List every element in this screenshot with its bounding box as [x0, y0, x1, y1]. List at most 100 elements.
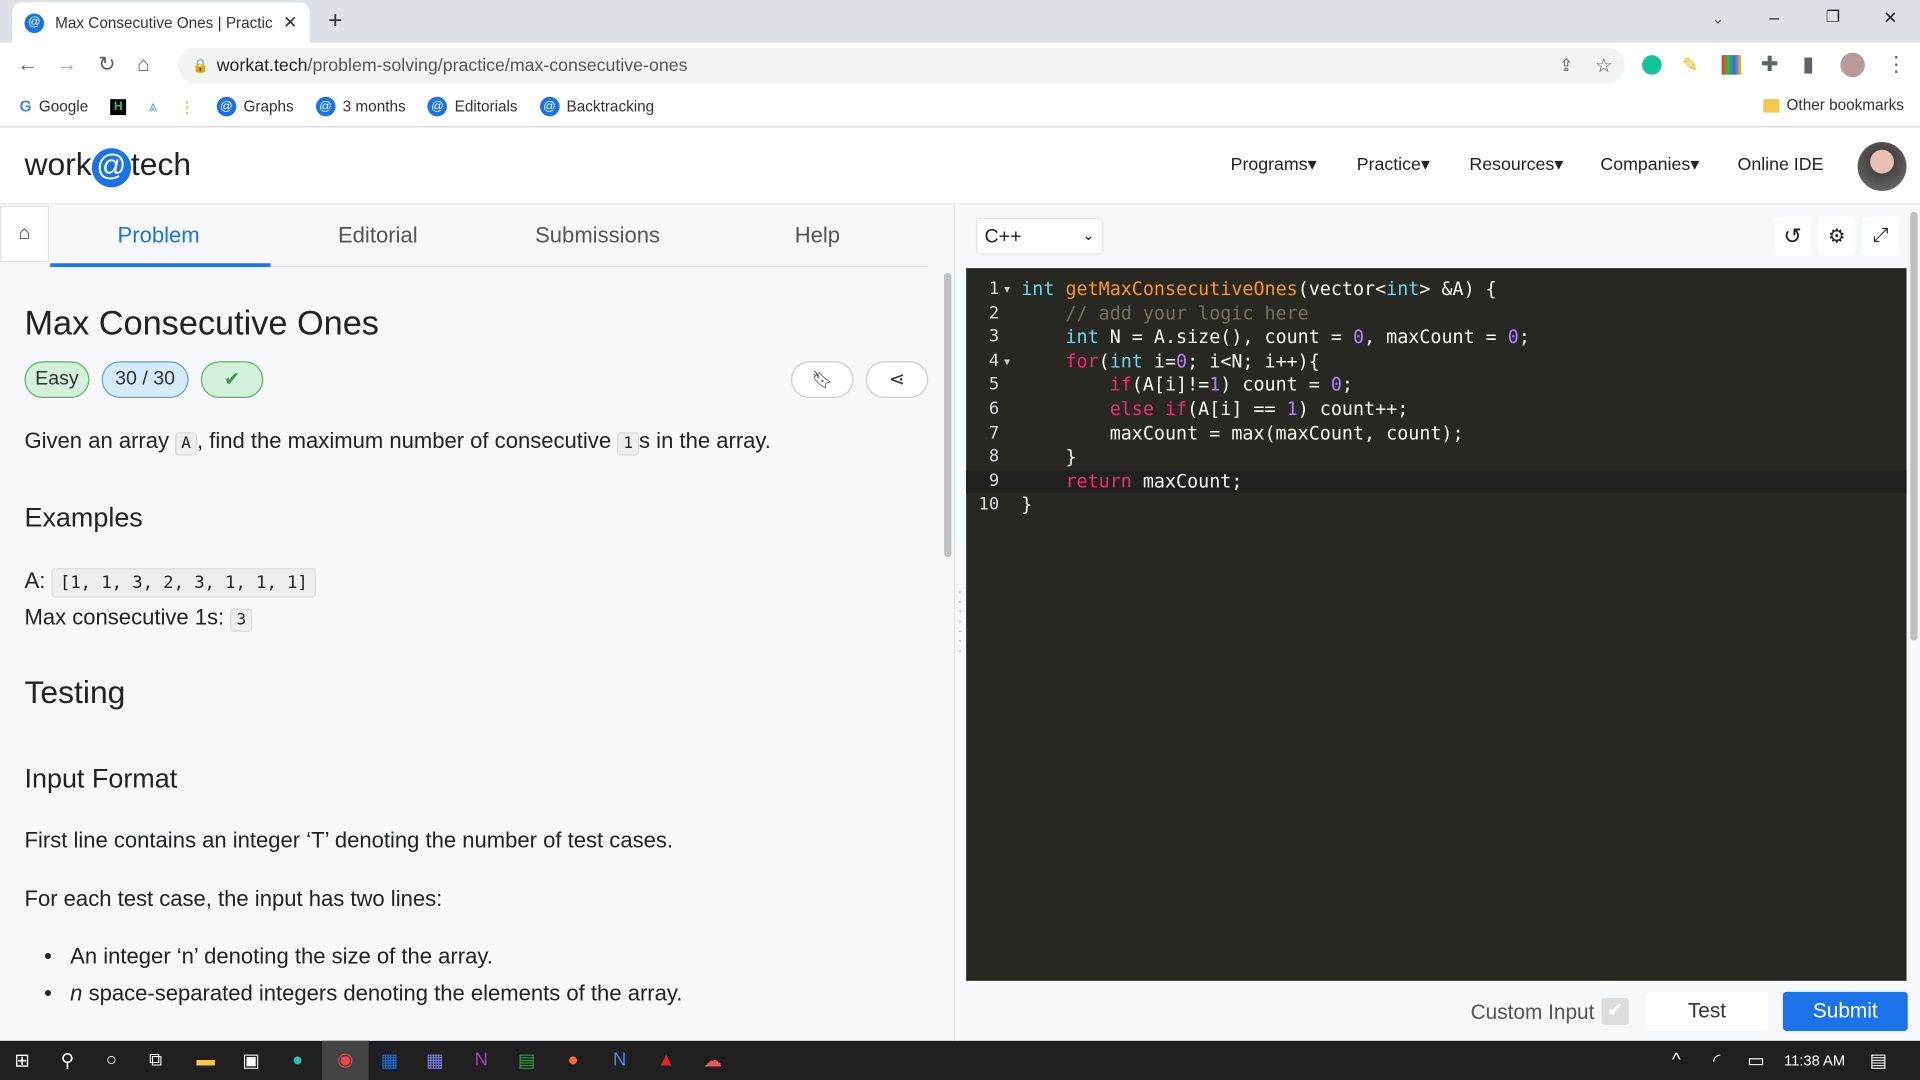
- new-tab-icon[interactable]: +: [328, 7, 342, 35]
- menu-icon[interactable]: ⋮: [1886, 53, 1907, 77]
- fold-arrow-icon[interactable]: ▼: [1004, 350, 1010, 374]
- user-avatar[interactable]: [1857, 142, 1907, 192]
- fold-arrow-icon[interactable]: ▼: [1004, 278, 1010, 302]
- code-line[interactable]: 5 if(A[i]!=1) count = 0;: [966, 374, 1906, 398]
- other-bookmarks[interactable]: Other bookmarks: [1763, 97, 1904, 114]
- nav-resources[interactable]: Resources▾: [1469, 156, 1563, 176]
- tab-help[interactable]: Help: [795, 223, 840, 249]
- test-button[interactable]: Test: [1645, 991, 1769, 1032]
- bookmark-editorials[interactable]: @ Editorials: [427, 96, 518, 117]
- code-line[interactable]: 8 }: [966, 446, 1906, 470]
- example-input: A: [1, 1, 3, 2, 3, 1, 1, 1]: [24, 568, 317, 598]
- code-line[interactable]: 10}: [966, 494, 1906, 518]
- code-token-number: 1: [1209, 373, 1221, 396]
- code-line[interactable]: 4 ▼ for(int i=0; i<N; i++){: [966, 350, 1906, 374]
- chart-bookmark-icon[interactable]: ⩓: [149, 97, 158, 115]
- restore-icon[interactable]: ❐: [1826, 7, 1840, 27]
- tab-search-icon[interactable]: ⌄: [1712, 10, 1724, 27]
- nav-programs[interactable]: Programs▾: [1231, 156, 1317, 176]
- grammarly-extension-icon[interactable]: [1642, 55, 1662, 75]
- share-button[interactable]: ⋖: [865, 361, 929, 398]
- edge-icon[interactable]: ●: [285, 1049, 309, 1070]
- bookmark-button[interactable]: 🔖︎: [791, 361, 854, 398]
- tab-problem[interactable]: Problem: [118, 223, 200, 249]
- code-line[interactable]: 6 else if(A[i] == 1) count++;: [966, 398, 1906, 422]
- custom-input-checkbox[interactable]: ✔: [1601, 997, 1629, 1025]
- profile-avatar[interactable]: [1840, 52, 1865, 78]
- code-text: return maxCount;: [1015, 470, 1242, 494]
- address-bar[interactable]: 🔒 workat.tech/problem-solving/practice/m…: [177, 47, 1625, 84]
- bookmark-3-months[interactable]: @3 months: [315, 96, 406, 117]
- outlook-icon[interactable]: ▦: [377, 1049, 401, 1072]
- editor-settings-button[interactable]: ⚙: [1818, 216, 1856, 256]
- close-tab-icon[interactable]: ✕: [283, 12, 297, 33]
- app-icon[interactable]: ●: [561, 1049, 585, 1070]
- back-icon[interactable]: ←: [17, 53, 38, 77]
- extensions-icon[interactable]: ✚: [1761, 53, 1778, 77]
- scrollbar[interactable]: [944, 273, 952, 558]
- code-line[interactable]: 2 // add your logic here: [966, 302, 1906, 326]
- notifications-icon[interactable]: ▤: [1866, 1049, 1890, 1072]
- code-text: if(A[i]!=1) count = 0;: [1021, 374, 1353, 398]
- store-icon[interactable]: ▣: [239, 1049, 263, 1072]
- tray-chevron-icon[interactable]: ^: [1664, 1049, 1688, 1070]
- app2-icon[interactable]: ☁: [700, 1049, 724, 1072]
- hackerrank-bookmark-icon[interactable]: H: [110, 98, 127, 115]
- reload-icon[interactable]: ↻: [98, 53, 115, 77]
- search-icon[interactable]: ⚲: [55, 1049, 79, 1072]
- share-page-icon[interactable]: ⇪: [1559, 55, 1573, 76]
- code-line[interactable]: 9 return maxCount;: [966, 469, 1907, 494]
- code-token-text: N = A.size(), count =: [1098, 325, 1353, 348]
- close-window-icon[interactable]: ✕: [1883, 7, 1897, 28]
- bookmark-graphs[interactable]: @ Graphs: [216, 96, 294, 117]
- tab-editorial[interactable]: Editorial: [338, 223, 418, 249]
- color-extension-icon[interactable]: [1721, 55, 1742, 75]
- teams-icon[interactable]: ▦: [422, 1049, 446, 1072]
- submit-button[interactable]: Submit: [1782, 991, 1908, 1032]
- home-icon[interactable]: ⌂: [137, 53, 150, 77]
- pane-resize-handle[interactable]: · · · · · · ·: [956, 586, 963, 661]
- nav-companies[interactable]: Companies▾: [1600, 156, 1699, 176]
- editor-scrollbar[interactable]: [1910, 211, 1918, 641]
- nav-online-ide[interactable]: Online IDE: [1738, 156, 1824, 176]
- bookmark-backtracking[interactable]: @ Backtracking: [539, 96, 654, 117]
- task-view-icon[interactable]: ⧉: [143, 1049, 167, 1070]
- code-text: }: [1021, 446, 1076, 470]
- code-line[interactable]: 3 int N = A.size(), count = 0, maxCount …: [966, 326, 1906, 350]
- forward-icon[interactable]: →: [56, 53, 77, 77]
- code-token-text: }: [1021, 445, 1077, 468]
- language-select[interactable]: C++ ⌄: [975, 217, 1104, 255]
- chevron-down-icon: ⌄: [1082, 226, 1095, 244]
- clock[interactable]: 11:38 AM: [1784, 1052, 1845, 1069]
- fullscreen-button[interactable]: ⤢: [1862, 216, 1900, 256]
- site-header: work @ tech Programs▾ Practice▾ Resources▾…: [0, 128, 1920, 205]
- cortana-icon[interactable]: ○: [99, 1049, 123, 1070]
- minimize-icon[interactable]: –: [1769, 7, 1779, 27]
- bookmark-star-icon[interactable]: ☆: [1595, 53, 1613, 77]
- chrome-icon[interactable]: ◉: [322, 1040, 369, 1080]
- code-line[interactable]: 1 ▼ int getMaxConsecutiveOnes(vector<int> …: [966, 278, 1906, 302]
- onenote-icon[interactable]: N: [469, 1049, 493, 1070]
- reset-code-button[interactable]: ↺: [1774, 216, 1812, 256]
- tab-submissions[interactable]: Submissions: [535, 223, 660, 249]
- highlighter-extension-icon[interactable]: ✎: [1682, 54, 1697, 76]
- side-panel-icon[interactable]: ▮: [1802, 53, 1813, 77]
- battery-icon[interactable]: ▭: [1744, 1049, 1768, 1072]
- site-logo[interactable]: work @ tech: [24, 146, 191, 188]
- browser-tab[interactable]: @ Max Consecutive Ones | Practice ✕: [12, 2, 310, 43]
- bar-bookmark-icon[interactable]: ⋮: [179, 97, 194, 116]
- code-editor[interactable]: 1 ▼ int getMaxConsecutiveOnes(vector<int> …: [966, 268, 1907, 981]
- home-button[interactable]: ⌂: [0, 205, 49, 263]
- code-line[interactable]: 7 maxCount = max(maxCount, count);: [966, 422, 1906, 446]
- notion-icon[interactable]: N: [607, 1049, 631, 1070]
- sheets-icon[interactable]: ▤: [514, 1049, 538, 1072]
- windows-start-icon[interactable]: ⊞: [10, 1049, 34, 1072]
- file-explorer-icon[interactable]: ▬: [193, 1049, 217, 1070]
- nav-practice[interactable]: Practice▾: [1357, 156, 1430, 176]
- code-token-text: ; i<N; i++){: [1187, 349, 1320, 372]
- acrobat-icon[interactable]: ▲: [654, 1049, 678, 1070]
- wifi-icon[interactable]: ◜: [1704, 1049, 1728, 1072]
- bookmark-google[interactable]: G Google: [20, 98, 89, 115]
